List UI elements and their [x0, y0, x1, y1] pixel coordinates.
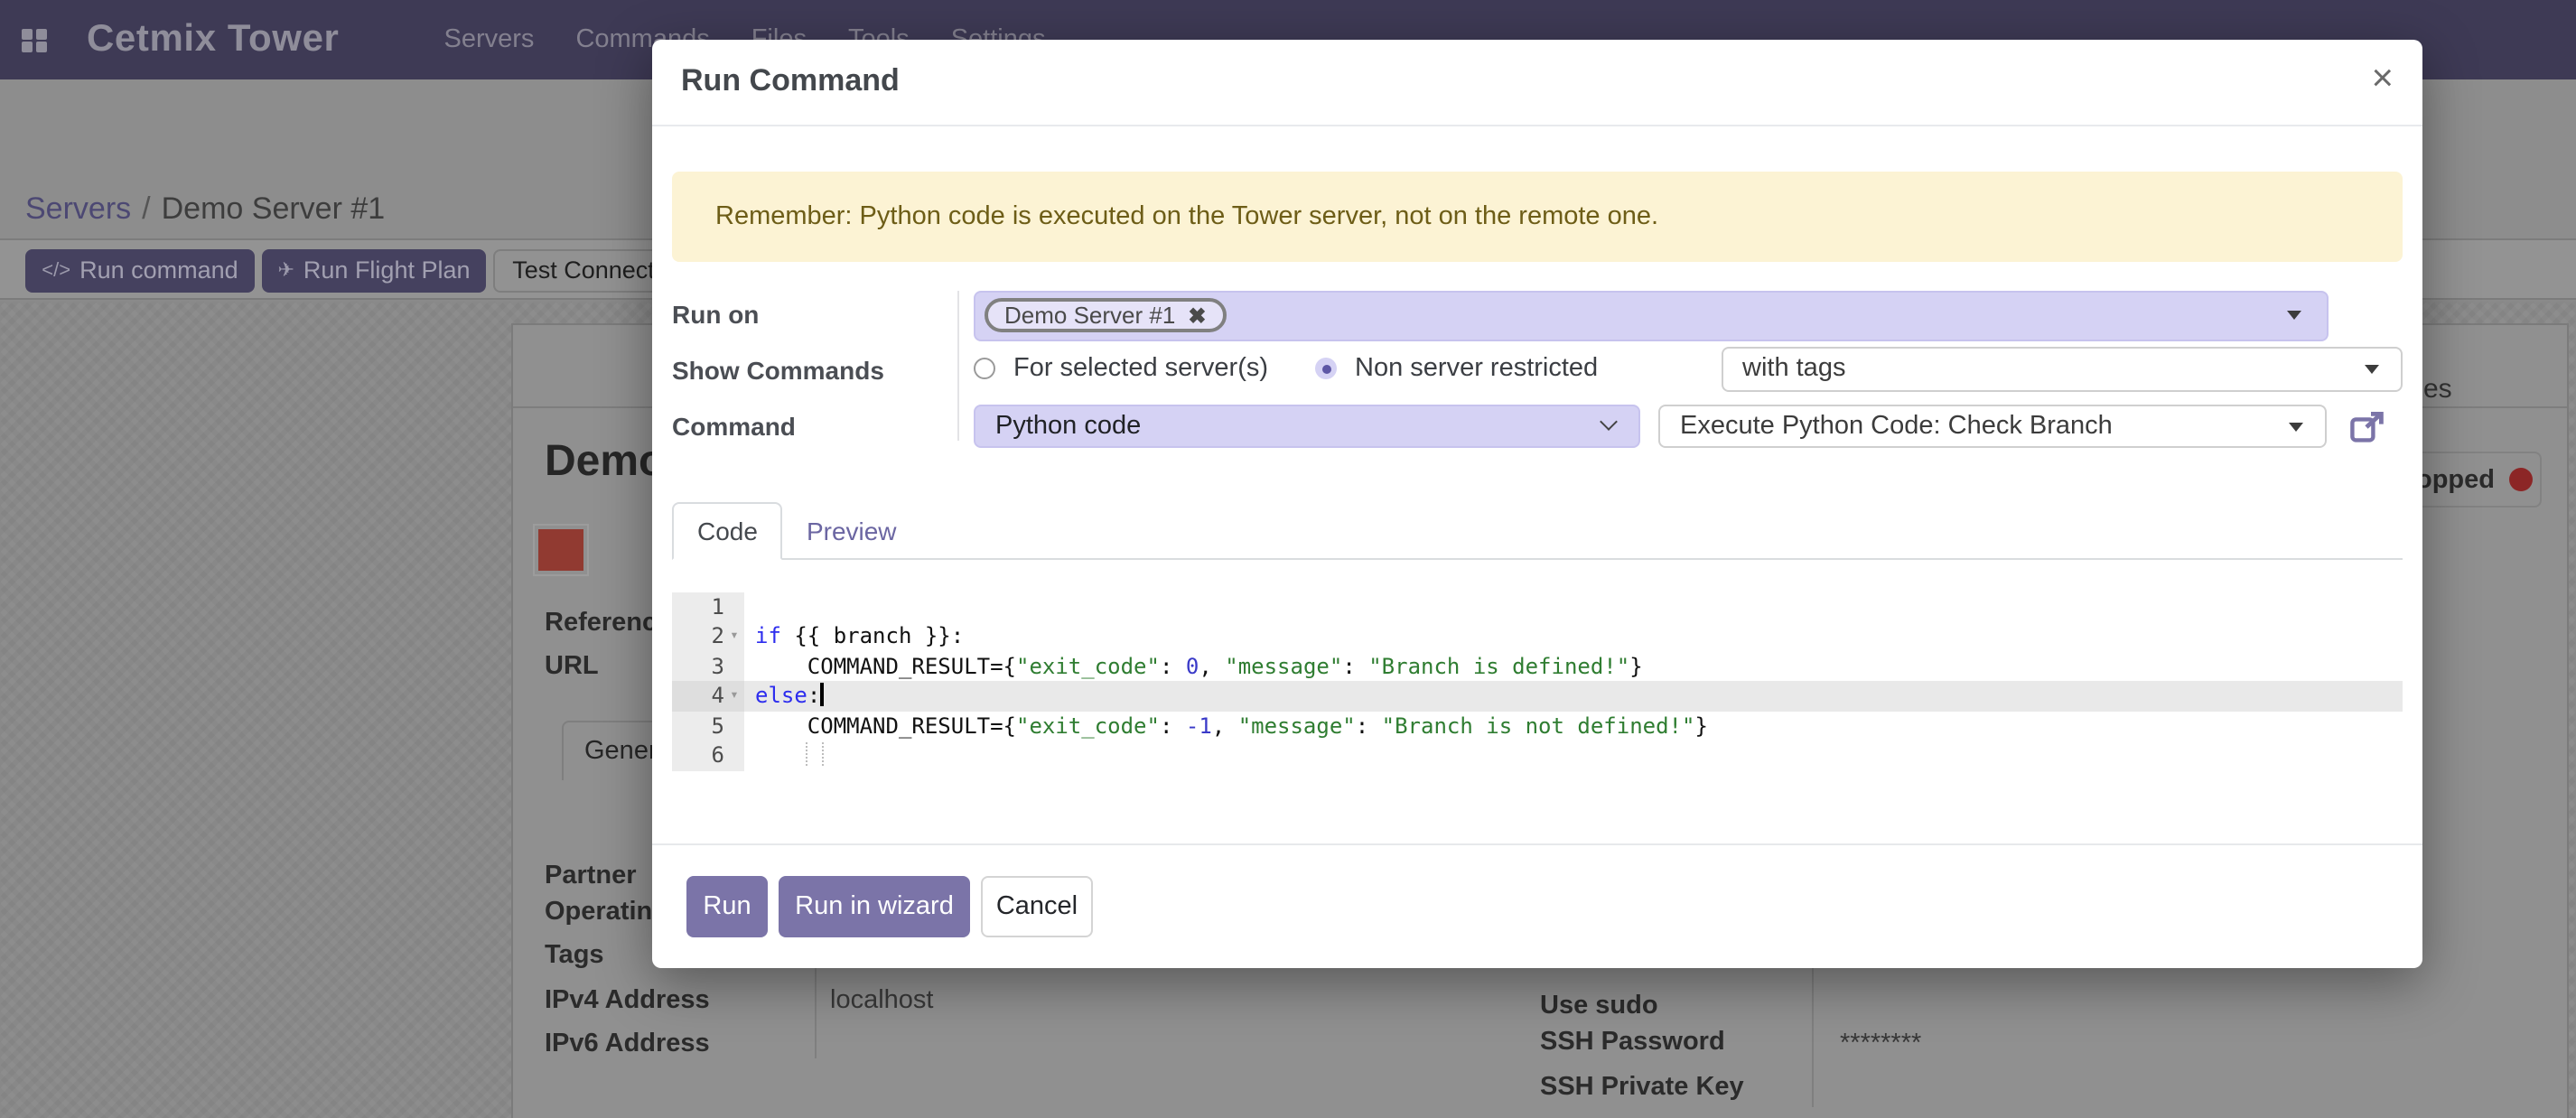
- indent-guide: [822, 742, 824, 766]
- run-in-wizard-button[interactable]: Run in wizard: [779, 876, 970, 937]
- field-label-ipv4: IPv4 Address: [545, 985, 710, 1014]
- run-on-label: Run on: [672, 291, 957, 329]
- run-on-select[interactable]: Demo Server #1 ✖: [974, 291, 2329, 340]
- navbar-item-servers[interactable]: Servers: [444, 25, 535, 54]
- modal-body: Remember: Python code is executed on the…: [652, 126, 2422, 770]
- line-number: 2: [672, 621, 724, 651]
- chevron-down-icon: [2289, 422, 2303, 431]
- app-root: Cetmix Tower ServersCommandsFilesToolsSe…: [0, 0, 2576, 1118]
- modal-footer: Run Run in wizard Cancel: [652, 843, 2422, 968]
- modal-header: Run Command ×: [652, 39, 2422, 126]
- line-number: 4: [672, 681, 724, 711]
- command-type-select[interactable]: Python code: [974, 405, 1640, 448]
- gutter-cell: 3: [672, 651, 744, 681]
- brand-logo[interactable]: Cetmix Tower: [87, 18, 340, 61]
- code-line[interactable]: 6: [672, 741, 2403, 770]
- close-icon[interactable]: ×: [2371, 59, 2394, 97]
- fold-arrow-icon: ▾: [724, 621, 744, 651]
- run-command-modal: Run Command × Remember: Python code is e…: [652, 39, 2422, 968]
- modal-title: Run Command: [681, 64, 900, 100]
- color-picker[interactable]: [532, 524, 588, 576]
- field-label-ssh-password: SSH Password: [1540, 1028, 1725, 1057]
- sheet-top-link[interactable]: es: [2423, 374, 2452, 405]
- line-number: 6: [672, 741, 724, 770]
- field-label-tags: Tags: [545, 941, 604, 970]
- radio-selected[interactable]: [1315, 358, 1337, 379]
- radio-unselected[interactable]: [974, 358, 995, 379]
- breadcrumb: Servers/Demo Server #1: [25, 191, 385, 228]
- indent-guide: [806, 742, 807, 766]
- fold-arrow-icon: [724, 651, 744, 681]
- run-command-button[interactable]: </> Run command: [25, 248, 255, 292]
- column-divider-left: [814, 968, 816, 1058]
- code-line[interactable]: 2▾if {{ branch }}:: [672, 621, 2403, 651]
- cancel-button[interactable]: Cancel: [981, 876, 1093, 937]
- code-text: COMMAND_RESULT={"exit_code": 0, "message…: [744, 651, 2403, 681]
- tab-preview[interactable]: Preview: [783, 502, 920, 558]
- status-dot-icon: [2509, 468, 2533, 491]
- tab-code[interactable]: Code: [672, 502, 783, 560]
- radio-label: Non server restricted: [1355, 354, 1598, 383]
- chevron-down-icon: [2365, 364, 2379, 373]
- gutter-cell: 4▾: [672, 681, 744, 711]
- code-text: if {{ branch }}:: [744, 621, 2403, 651]
- chevron-down-icon: [2287, 312, 2301, 321]
- field-label-url: URL: [545, 652, 599, 681]
- radio-label: For selected server(s): [1013, 354, 1268, 383]
- gutter-cell: 1: [672, 592, 744, 621]
- server-tag: Demo Server #1 ✖: [985, 299, 1226, 333]
- text-cursor: [820, 683, 823, 706]
- chevron-down-icon: [1600, 413, 1618, 431]
- gutter-cell: 5: [672, 711, 744, 741]
- command-select[interactable]: Execute Python Code: Check Branch: [1658, 405, 2327, 448]
- fold-arrow-icon: ▾: [724, 681, 744, 711]
- field-label-use-sudo: Use sudo: [1540, 992, 1658, 1020]
- line-number: 1: [672, 592, 724, 621]
- code-line[interactable]: 4▾else:: [672, 681, 2403, 711]
- show-commands-radio-group: For selected server(s) Non server restric…: [974, 354, 1646, 383]
- external-link-icon[interactable]: [2350, 411, 2386, 442]
- run-flight-plan-button[interactable]: ✈ Run Flight Plan: [262, 248, 486, 292]
- run-command-form: Run on Demo Server #1 ✖ Show Commands: [672, 291, 2403, 448]
- command-label: Command: [672, 405, 957, 441]
- code-text: COMMAND_RESULT={"exit_code": -1, "messag…: [744, 711, 2403, 741]
- fold-arrow-icon: [724, 711, 744, 741]
- line-number: 5: [672, 711, 724, 741]
- plane-icon: ✈: [277, 258, 294, 282]
- breadcrumb-link-servers[interactable]: Servers: [25, 191, 131, 226]
- fold-arrow-icon: [724, 741, 744, 770]
- field-label-partner: Partner: [545, 862, 637, 890]
- show-commands-label: Show Commands: [672, 346, 957, 384]
- code-line[interactable]: 5 COMMAND_RESULT={"exit_code": -1, "mess…: [672, 711, 2403, 741]
- code-text: [744, 741, 2403, 770]
- field-value-ssh-password: ********: [1840, 1029, 1921, 1058]
- field-value-ipv4: localhost: [830, 985, 933, 1014]
- breadcrumb-separator: /: [131, 191, 161, 226]
- code-line[interactable]: 1: [672, 592, 2403, 621]
- warning-alert: Remember: Python code is executed on the…: [672, 172, 2403, 262]
- fold-arrow-icon: [724, 592, 744, 621]
- editor-tabs: CodePreview: [672, 502, 2403, 560]
- code-line[interactable]: 3 COMMAND_RESULT={"exit_code": 0, "messa…: [672, 651, 2403, 681]
- line-number: 3: [672, 651, 724, 681]
- column-divider-right: [1811, 968, 1813, 1107]
- with-tags-select[interactable]: with tags: [1721, 346, 2403, 391]
- code-text: else:: [744, 681, 2403, 711]
- apps-grid-icon[interactable]: [22, 28, 45, 51]
- run-button[interactable]: Run: [686, 876, 768, 937]
- gutter-cell: 6: [672, 741, 744, 770]
- field-label-ipv6: IPv6 Address: [545, 1029, 710, 1058]
- code-text: [744, 592, 2403, 621]
- gutter-cell: 2▾: [672, 621, 744, 651]
- breadcrumb-current: Demo Server #1: [162, 191, 386, 226]
- field-label-ssh-private-key: SSH Private Key: [1540, 1072, 1744, 1101]
- code-editor[interactable]: 12▾if {{ branch }}:3 COMMAND_RESULT={"ex…: [672, 592, 2403, 770]
- code-icon: </>: [42, 259, 70, 281]
- remove-tag-icon[interactable]: ✖: [1188, 305, 1206, 327]
- color-swatch: [537, 529, 583, 571]
